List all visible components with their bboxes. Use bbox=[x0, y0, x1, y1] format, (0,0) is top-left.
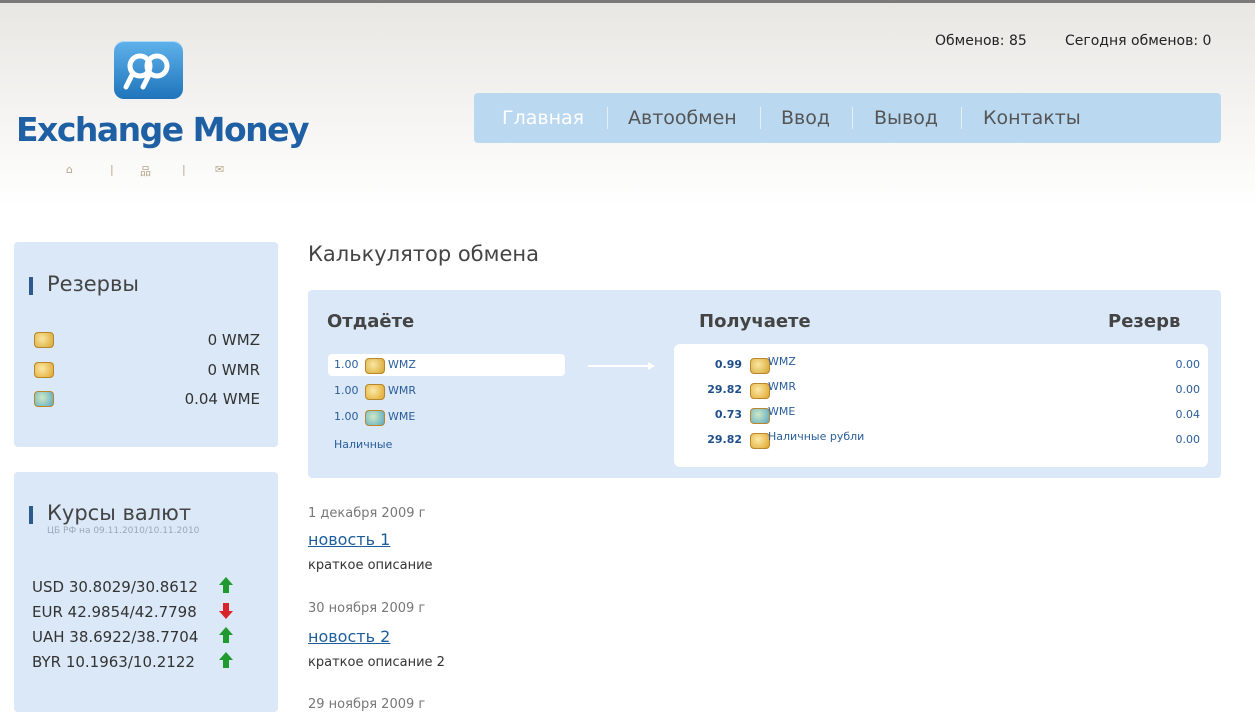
rates-subtitle: ЦБ РФ на 09.11.2010/10.11.2010 bbox=[47, 526, 200, 536]
get-amount: 29.82 bbox=[707, 383, 742, 396]
rates-panel: Курсы валют ЦБ РФ на 09.11.2010/10.11.20… bbox=[14, 472, 278, 712]
sitemap-icon[interactable]: 品 bbox=[140, 163, 151, 179]
wmz-coin-icon bbox=[365, 358, 385, 374]
reserves-title: Резервы bbox=[47, 272, 139, 296]
wmr-coin-icon bbox=[365, 384, 385, 400]
wme-coin-icon bbox=[750, 408, 770, 424]
down-arrow-icon bbox=[219, 603, 233, 619]
nav-separator bbox=[607, 107, 608, 129]
up-arrow-icon bbox=[219, 577, 233, 593]
get-reserve: 0.00 bbox=[1175, 383, 1201, 396]
logo-text[interactable]: Exchange Money bbox=[16, 110, 310, 149]
nav-separator bbox=[961, 107, 962, 129]
news-date: 1 декабря 2009 г bbox=[308, 506, 426, 521]
nav-input[interactable]: Ввод bbox=[781, 107, 830, 129]
give-amount: 1.00 bbox=[334, 410, 359, 423]
arrow-right-icon bbox=[648, 362, 655, 370]
get-reserve: 0.04 bbox=[1175, 408, 1201, 421]
get-amount: 0.73 bbox=[714, 408, 742, 421]
reserve-wmz: 0 WMZ bbox=[207, 331, 260, 349]
calculator-title: Калькулятор обмена bbox=[308, 242, 539, 266]
rate-usd: USD 30.8029/30.8612 bbox=[32, 578, 198, 596]
mail-icon[interactable]: ✉ bbox=[215, 163, 224, 176]
news-date: 29 ноября 2009 г bbox=[308, 697, 426, 712]
give-amount: 1.00 bbox=[334, 384, 359, 397]
get-reserve: 0.00 bbox=[1175, 433, 1201, 446]
logo-icon[interactable] bbox=[114, 41, 183, 99]
get-amount: 0.99 bbox=[714, 358, 742, 371]
get-code: Наличные рубли bbox=[768, 430, 865, 443]
rates-title: Курсы валют bbox=[47, 501, 192, 525]
nav-separator bbox=[760, 107, 761, 129]
separator: | bbox=[110, 163, 114, 176]
exchanges-count: Обменов: 85 bbox=[935, 33, 1027, 49]
receive-box: 0.99 WMZ 0.00 29.82 WMR 0.00 0.73 WME 0.… bbox=[674, 344, 1208, 467]
wmr-coin-icon bbox=[34, 362, 54, 378]
separator: | bbox=[182, 163, 186, 176]
reserve-wmr: 0 WMR bbox=[207, 361, 260, 379]
get-header: Получаете bbox=[699, 311, 811, 332]
cash-coin-icon bbox=[750, 433, 770, 449]
give-code: Наличные bbox=[334, 438, 393, 451]
title-marker bbox=[29, 277, 33, 295]
give-option-wmr[interactable]: 1.00 WMR bbox=[328, 380, 565, 402]
give-option-wmz[interactable]: 1.00 WMZ bbox=[328, 354, 565, 376]
exchange-arrow bbox=[588, 365, 650, 367]
give-code: WMZ bbox=[388, 358, 416, 371]
get-code: WMR bbox=[768, 380, 797, 393]
reserve-header: Резерв bbox=[1108, 311, 1181, 332]
news-link[interactable]: новость 2 bbox=[308, 627, 390, 646]
news-link[interactable]: новость 1 bbox=[308, 530, 390, 549]
wmz-coin-icon bbox=[750, 358, 770, 374]
nav-separator bbox=[852, 107, 853, 129]
news-description: краткое описание 2 bbox=[308, 655, 445, 670]
give-amount: 1.00 bbox=[334, 358, 359, 371]
title-marker bbox=[29, 506, 33, 524]
today-exchanges-count: Сегодня обменов: 0 bbox=[1065, 33, 1212, 49]
wme-coin-icon bbox=[34, 391, 54, 407]
rate-eur: EUR 42.9854/42.7798 bbox=[32, 603, 197, 621]
give-header: Отдаёте bbox=[327, 311, 415, 332]
get-row-cash: 29.82 Наличные рубли 0.00 bbox=[674, 428, 1208, 450]
news-date: 30 ноября 2009 г bbox=[308, 601, 426, 616]
up-arrow-icon bbox=[219, 627, 233, 643]
wme-coin-icon bbox=[365, 410, 385, 426]
get-amount: 29.82 bbox=[707, 433, 742, 446]
reserve-wme: 0.04 WME bbox=[184, 390, 260, 408]
home-icon[interactable]: ⌂ bbox=[66, 163, 73, 176]
get-reserve: 0.00 bbox=[1175, 358, 1201, 371]
main-nav: Главная Автообмен Ввод Вывод Контакты bbox=[474, 93, 1221, 143]
wmz-coin-icon bbox=[34, 332, 54, 348]
wmr-coin-icon bbox=[750, 383, 770, 399]
up-arrow-icon bbox=[219, 652, 233, 668]
get-code: WMZ bbox=[768, 355, 796, 368]
reserves-panel: Резервы 0 WMZ 0 WMR 0.04 WME bbox=[14, 242, 278, 447]
exchange-calculator: Отдаёте Получаете Резерв 1.00 WMZ 1.00 W… bbox=[308, 290, 1221, 478]
get-row-wmz: 0.99 WMZ 0.00 bbox=[674, 353, 1208, 375]
rate-uah: UAH 38.6922/38.7704 bbox=[32, 628, 199, 646]
get-row-wme: 0.73 WME 0.04 bbox=[674, 403, 1208, 425]
give-option-cash[interactable]: Наличные bbox=[328, 434, 565, 456]
nav-home[interactable]: Главная bbox=[502, 107, 584, 129]
news-description: краткое описание bbox=[308, 558, 433, 573]
get-row-wmr: 29.82 WMR 0.00 bbox=[674, 378, 1208, 400]
nav-autoexchange[interactable]: Автообмен bbox=[628, 107, 737, 129]
give-code: WMR bbox=[388, 384, 417, 397]
rate-byr: BYR 10.1963/10.2122 bbox=[32, 653, 195, 671]
nav-contacts[interactable]: Контакты bbox=[983, 107, 1081, 129]
give-code: WME bbox=[388, 410, 416, 423]
nav-output[interactable]: Вывод bbox=[874, 107, 938, 129]
give-option-wme[interactable]: 1.00 WME bbox=[328, 406, 565, 428]
get-code: WME bbox=[768, 405, 796, 418]
